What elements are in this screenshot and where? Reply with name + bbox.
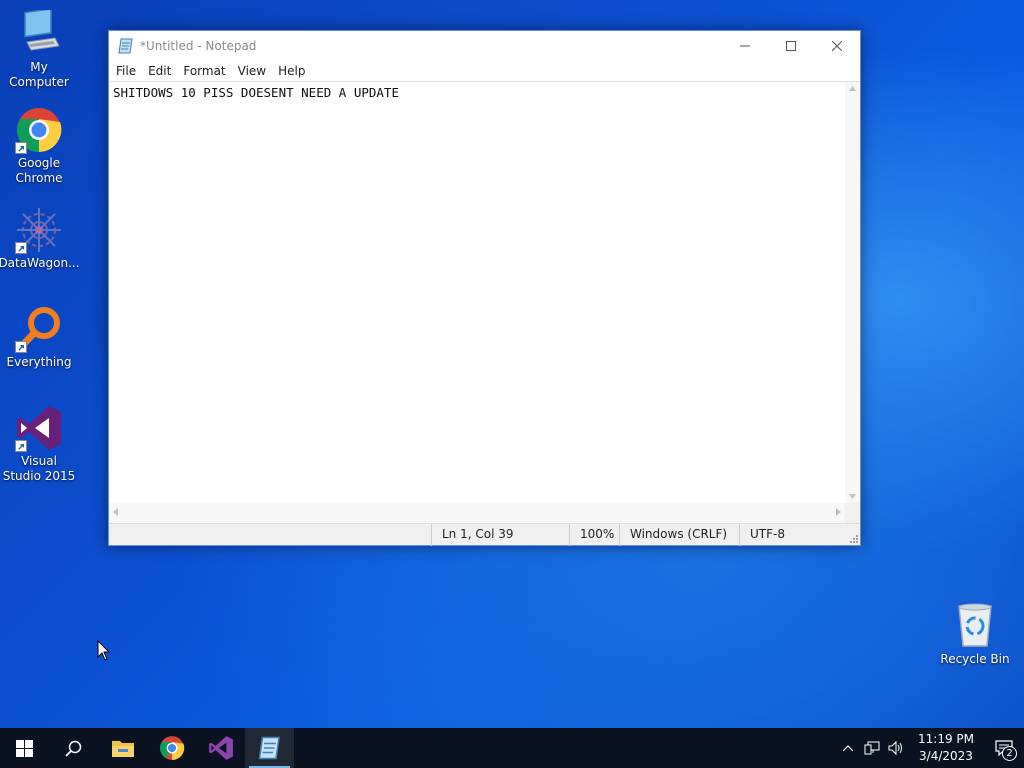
scroll-down-icon[interactable] [849, 494, 856, 499]
chrome-icon [15, 106, 63, 154]
desktop-icon-datawagon[interactable]: DataWagon... [0, 206, 80, 271]
desktop-icon-google-chrome[interactable]: Google Chrome [1, 106, 77, 186]
network-button[interactable] [860, 728, 884, 768]
chrome-icon [159, 736, 184, 760]
desktop-icon-label: Everything [6, 355, 72, 369]
close-icon [832, 41, 842, 51]
desktop-icon-label: Google Chrome [15, 156, 63, 185]
start-button[interactable] [0, 728, 49, 768]
action-center-button[interactable]: 2 [984, 728, 1024, 768]
menu-view[interactable]: View [232, 61, 272, 81]
clock-date: 3/4/2023 [919, 749, 973, 763]
menu-format[interactable]: Format [177, 61, 231, 81]
visual-studio-icon [208, 736, 233, 760]
notepad-icon [258, 736, 280, 760]
file-explorer-icon [111, 741, 134, 757]
shortcut-arrow-icon [15, 440, 27, 452]
status-zoom: 100% [569, 524, 614, 546]
horizontal-scrollbar[interactable] [109, 503, 845, 523]
menu-edit[interactable]: Edit [142, 61, 177, 81]
network-icon [864, 741, 880, 755]
scroll-up-icon[interactable] [849, 86, 856, 91]
taskbar-visual-studio[interactable] [196, 728, 245, 768]
minimize-icon [740, 45, 750, 47]
notification-count-badge: 2 [1002, 746, 1017, 761]
datawagon-icon [15, 206, 63, 254]
scrollbar-corner [845, 503, 860, 523]
computer-icon [15, 8, 63, 58]
desktop-icon-label: Recycle Bin [940, 652, 1010, 666]
editor-content[interactable]: SHITDOWS 10 PISS DOESENT NEED A UPDATE [113, 85, 399, 100]
shortcut-arrow-icon [15, 341, 27, 353]
shortcut-arrow-icon [15, 142, 27, 154]
mouse-cursor-icon [97, 640, 111, 661]
text-editor[interactable]: SHITDOWS 10 PISS DOESENT NEED A UPDATE [109, 81, 860, 503]
desktop-icon-label: My Computer [9, 60, 69, 89]
desktop-icon-label: Visual Studio 2015 [2, 454, 76, 483]
search-button[interactable] [49, 728, 98, 768]
taskbar-file-explorer[interactable] [98, 728, 147, 768]
taskbar-notepad[interactable] [245, 728, 294, 768]
desktop-icon-visual-studio[interactable]: Visual Studio 2015 [1, 404, 77, 484]
status-line-ending: Windows (CRLF) [619, 524, 727, 546]
notepad-window[interactable]: *Untitled - Notepad File Edit Format Vie… [108, 30, 861, 546]
menu-bar: File Edit Format View Help [109, 61, 860, 81]
minimize-button[interactable] [722, 31, 768, 61]
taskbar-chrome[interactable] [147, 728, 196, 768]
volume-button[interactable] [884, 728, 908, 768]
desktop-icon-recycle-bin[interactable]: Recycle Bin [937, 602, 1013, 667]
status-position: Ln 1, Col 39 [431, 524, 514, 546]
menu-file[interactable]: File [110, 61, 142, 81]
notepad-icon [118, 38, 133, 54]
status-bar: Ln 1, Col 39 100% Windows (CRLF) UTF-8 [109, 523, 860, 546]
scroll-left-icon[interactable] [113, 508, 118, 516]
desktop-icon-everything[interactable]: Everything [1, 305, 77, 370]
desktop-icon-my-computer[interactable]: My Computer [1, 8, 77, 90]
system-tray: 11:19 PM 3/4/2023 2 [836, 728, 1024, 768]
title-bar[interactable]: *Untitled - Notepad [109, 31, 860, 61]
window-title: *Untitled - Notepad [140, 39, 257, 53]
search-icon [65, 740, 82, 757]
desktop-icon-label: DataWagon... [0, 256, 80, 270]
menu-help[interactable]: Help [272, 61, 311, 81]
status-encoding: UTF-8 [739, 524, 785, 546]
vertical-scrollbar[interactable] [845, 82, 860, 503]
close-button[interactable] [814, 31, 860, 61]
clock[interactable]: 11:19 PM 3/4/2023 [908, 731, 984, 765]
show-hidden-icons-button[interactable] [836, 728, 860, 768]
recycle-bin-icon [951, 602, 999, 650]
maximize-icon [786, 41, 796, 51]
start-icon [16, 739, 33, 757]
maximize-button[interactable] [768, 31, 814, 61]
shortcut-arrow-icon [15, 242, 27, 254]
speaker-icon [888, 741, 902, 755]
chevron-up-icon [843, 745, 853, 751]
everything-search-icon [15, 305, 63, 353]
clock-time: 11:19 PM [918, 732, 974, 746]
resize-grip-icon[interactable] [848, 533, 858, 543]
visual-studio-icon [15, 404, 63, 452]
scroll-right-icon[interactable] [836, 508, 841, 516]
taskbar: 11:19 PM 3/4/2023 2 [0, 728, 1024, 768]
